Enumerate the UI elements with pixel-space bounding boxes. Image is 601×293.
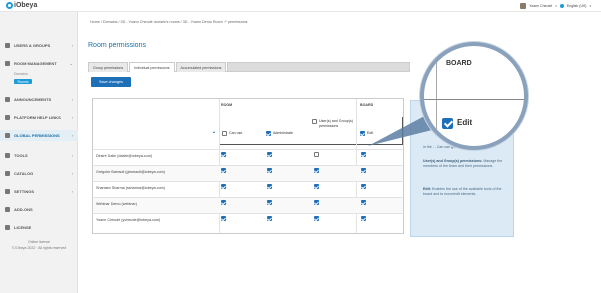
magnifier-edit-checkbox <box>442 118 453 129</box>
magnifier-title: BOARD <box>446 60 472 67</box>
magnifier-callout: BOARD Edit <box>420 42 528 150</box>
magnifier-divider <box>424 99 524 100</box>
magnifier-edit-label: Edit <box>457 118 473 127</box>
magnifier-pointer <box>368 112 440 146</box>
magnifier-divider <box>436 46 437 146</box>
